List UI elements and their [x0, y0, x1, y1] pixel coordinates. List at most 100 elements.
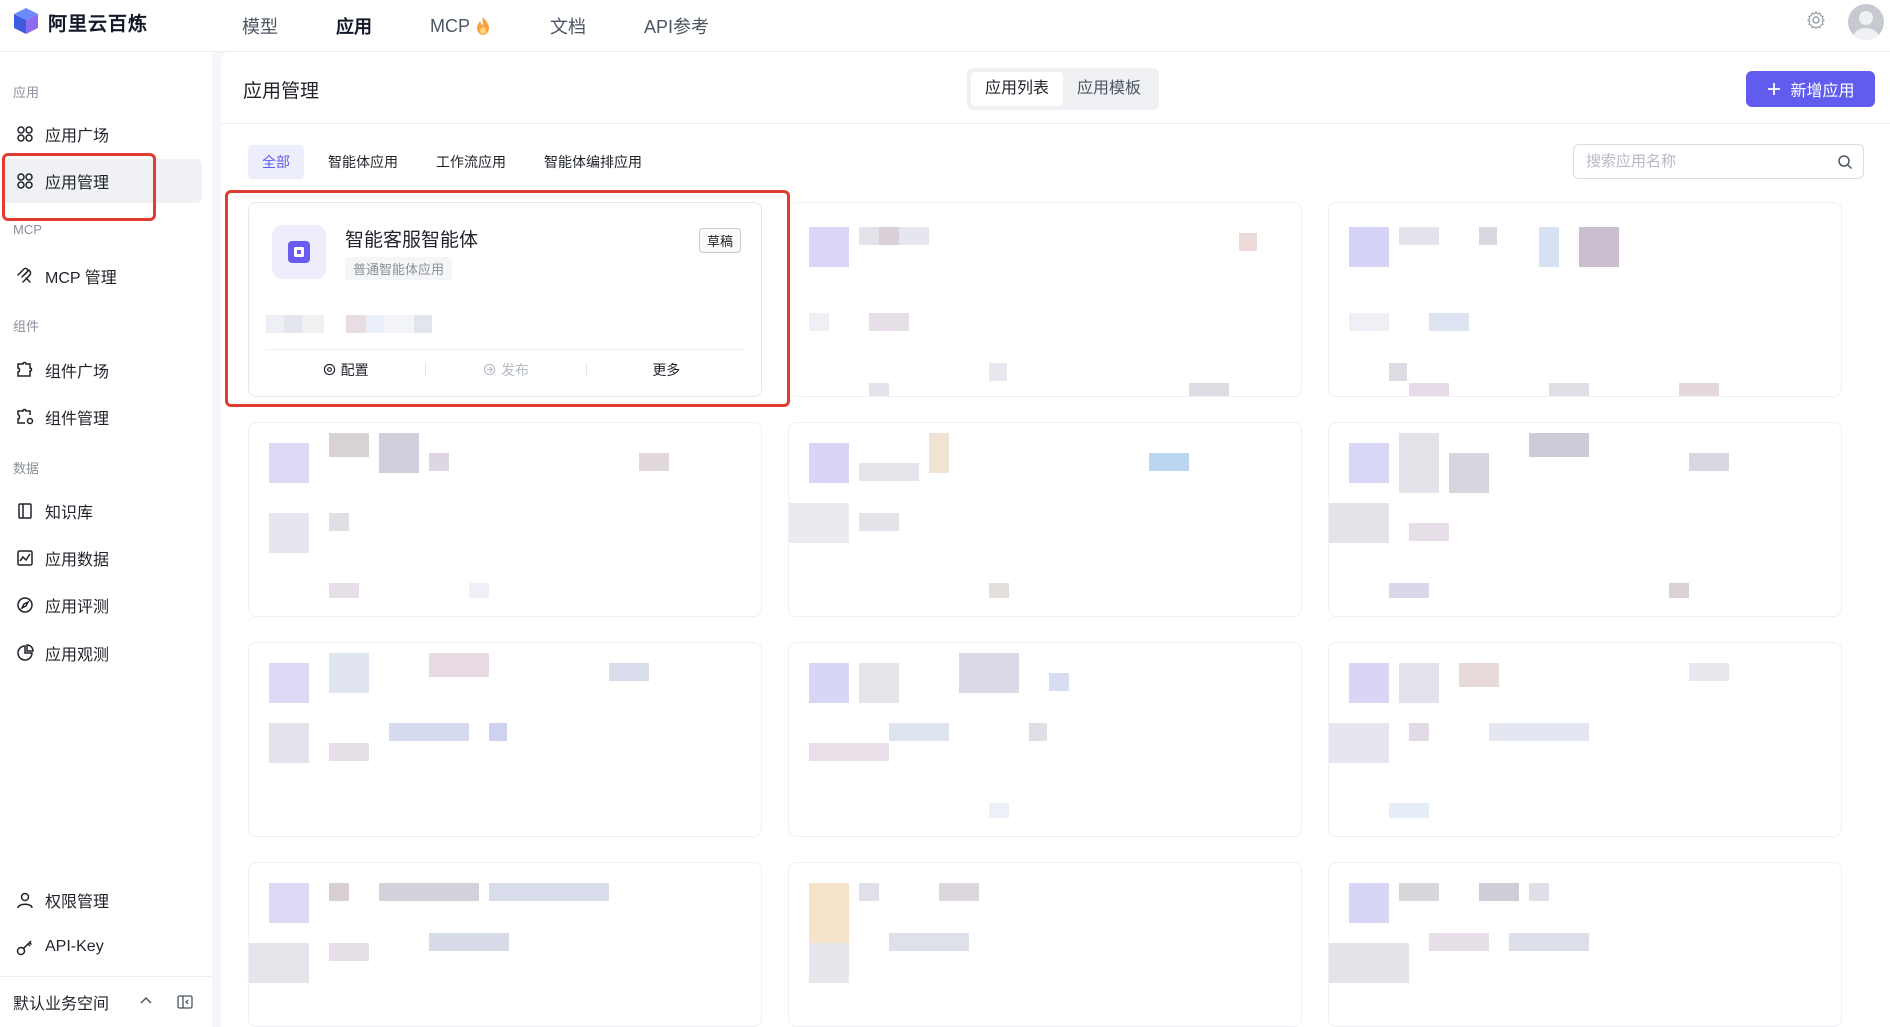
sidebar-item-app-data[interactable]: 应用数据: [2, 536, 202, 580]
sidebar-item-label: 权限管理: [45, 894, 110, 911]
nav-item-models[interactable]: 模型: [242, 13, 278, 39]
brand-logo[interactable]: 阿里云百炼: [12, 8, 148, 36]
main-header: 应用管理 应用列表 应用模板 新增应用: [221, 52, 1890, 124]
page-title: 应用管理: [243, 81, 320, 102]
nav-label: API参考: [644, 17, 710, 37]
add-app-button[interactable]: 新增应用: [1746, 71, 1875, 107]
blurred-app-card: [248, 862, 762, 1027]
sidebar-item-permissions[interactable]: 权限管理: [2, 878, 202, 922]
publish-label: 发布: [500, 361, 529, 378]
nav-item-apps[interactable]: 应用: [336, 13, 372, 39]
sidebar-section-components: 组件: [13, 319, 40, 334]
blurred-card-content: [249, 883, 609, 983]
nav-label: 文档: [550, 17, 586, 37]
settings-circle-icon: [323, 363, 335, 376]
sidebar-item-label: 应用数据: [45, 552, 110, 569]
main-content: 应用管理 应用列表 应用模板 新增应用 全部 智能体应用 工作流应用 智能体编排…: [221, 52, 1890, 1027]
puzzle-settings-icon: [17, 408, 34, 425]
sidebar-item-comp-manage[interactable]: 组件管理: [2, 395, 202, 439]
filter-orchestration-apps[interactable]: 智能体编排应用: [530, 145, 656, 179]
sidebar-item-label: 知识库: [45, 505, 94, 522]
compass-icon: [17, 597, 33, 613]
search-icon[interactable]: [1837, 154, 1853, 170]
puzzle-icon: [17, 361, 33, 377]
nav-label: 应用: [336, 17, 372, 37]
app-card-title: 智能客服智能体: [345, 230, 479, 251]
app-card-actions: 配置 发布 更多: [266, 349, 746, 389]
more-button[interactable]: 更多: [587, 360, 746, 380]
chevron-up-icon[interactable]: [138, 993, 154, 1009]
sidebar-item-label: 组件管理: [45, 411, 110, 428]
blurred-app-card: [788, 642, 1302, 837]
sidebar-item-label: 组件广场: [45, 364, 110, 381]
collapse-sidebar-icon[interactable]: [176, 993, 194, 1011]
app-card[interactable]: 智能客服智能体 普通智能体应用 草稿 配置 发布 更多: [248, 202, 762, 397]
plus-icon: [1768, 83, 1781, 95]
nav-item-api-reference[interactable]: API参考: [644, 13, 709, 39]
tab-app-list[interactable]: 应用列表: [971, 72, 1064, 106]
nav-label: 模型: [242, 17, 278, 37]
sidebar-item-knowledge[interactable]: 知识库: [2, 489, 202, 533]
mcp-link-icon: [17, 267, 32, 283]
blurred-card-content: [1329, 883, 1589, 983]
agent-app-icon: [272, 225, 326, 279]
blurred-app-card: [1328, 202, 1842, 397]
nav-label: MCP: [430, 15, 470, 36]
configure-label: 配置: [340, 361, 369, 378]
filter-agent-apps[interactable]: 智能体应用: [314, 145, 412, 179]
top-nav: 模型 应用 MCP 文档 API参考: [242, 0, 767, 52]
sidebar-section-app: 应用: [13, 85, 40, 100]
sidebar: 应用 应用广场 应用管理 MCP MCP 管理 组件 组件广场 组件管理 数据 …: [0, 52, 212, 1027]
view-tabs: 应用列表 应用模板: [967, 68, 1160, 110]
sidebar-item-label: 应用管理: [45, 175, 110, 192]
tab-app-templates[interactable]: 应用模板: [1063, 72, 1155, 106]
user-silhouette-icon: [1853, 11, 1879, 40]
search-input[interactable]: [1586, 153, 1826, 170]
app-grid-icon: [17, 173, 33, 189]
sidebar-item-label: 应用评测: [45, 599, 110, 616]
filter-workflow-apps[interactable]: 工作流应用: [422, 145, 520, 179]
user-avatar[interactable]: [1848, 4, 1884, 40]
flame-icon: [477, 17, 489, 35]
sidebar-item-mcp-manage[interactable]: MCP 管理: [2, 254, 202, 298]
blurred-card-content: [789, 433, 1189, 598]
search-box: [1573, 144, 1864, 179]
sidebar-item-app-plaza[interactable]: 应用广场: [2, 112, 202, 156]
nav-item-mcp[interactable]: MCP: [430, 16, 492, 37]
blurred-card-content: [1329, 663, 1729, 818]
blurred-app-card: [788, 202, 1302, 397]
sidebar-item-api-key[interactable]: API-Key: [2, 925, 202, 969]
nav-item-docs[interactable]: 文档: [550, 13, 586, 39]
settings-gear-icon[interactable]: [1806, 10, 1826, 30]
blurred-card-content: [1349, 227, 1719, 396]
sidebar-item-label: 应用广场: [45, 128, 110, 145]
blurred-app-card: [248, 642, 762, 837]
app-grid-icon: [17, 126, 33, 142]
user-icon: [17, 892, 33, 909]
bailian-logo-icon: [14, 8, 38, 34]
blurred-description: [266, 315, 432, 333]
blurred-card-content: [809, 227, 1257, 396]
filter-all[interactable]: 全部: [248, 145, 304, 179]
configure-button[interactable]: 配置: [266, 360, 425, 380]
sidebar-item-label: MCP 管理: [45, 270, 117, 287]
status-badge: 草稿: [699, 228, 742, 253]
publish-button[interactable]: 发布: [426, 360, 585, 380]
sidebar-section-mcp: MCP: [13, 222, 42, 237]
filter-tabs: 全部 智能体应用 工作流应用 智能体编排应用: [248, 145, 666, 179]
sidebar-item-comp-plaza[interactable]: 组件广场: [2, 348, 202, 392]
sidebar-item-app-manage[interactable]: 应用管理: [2, 159, 202, 203]
sidebar-item-label: 应用观测: [45, 647, 110, 664]
blurred-app-card: [1328, 642, 1842, 837]
blurred-card-content: [809, 883, 979, 983]
line-chart-icon: [17, 550, 33, 566]
app-type-tag: 普通智能体应用: [345, 257, 453, 280]
blurred-card-content: [809, 653, 1069, 818]
blurred-app-card: [788, 422, 1302, 617]
workspace-switcher[interactable]: 默认业务空间: [0, 976, 212, 1027]
add-app-label: 新增应用: [1790, 83, 1855, 100]
blurred-app-card: [248, 422, 762, 617]
sidebar-item-app-eval[interactable]: 应用评测: [2, 583, 202, 627]
top-bar: 阿里云百炼 模型 应用 MCP 文档 API参考: [0, 0, 1890, 52]
sidebar-item-app-observe[interactable]: 应用观测: [2, 631, 202, 675]
